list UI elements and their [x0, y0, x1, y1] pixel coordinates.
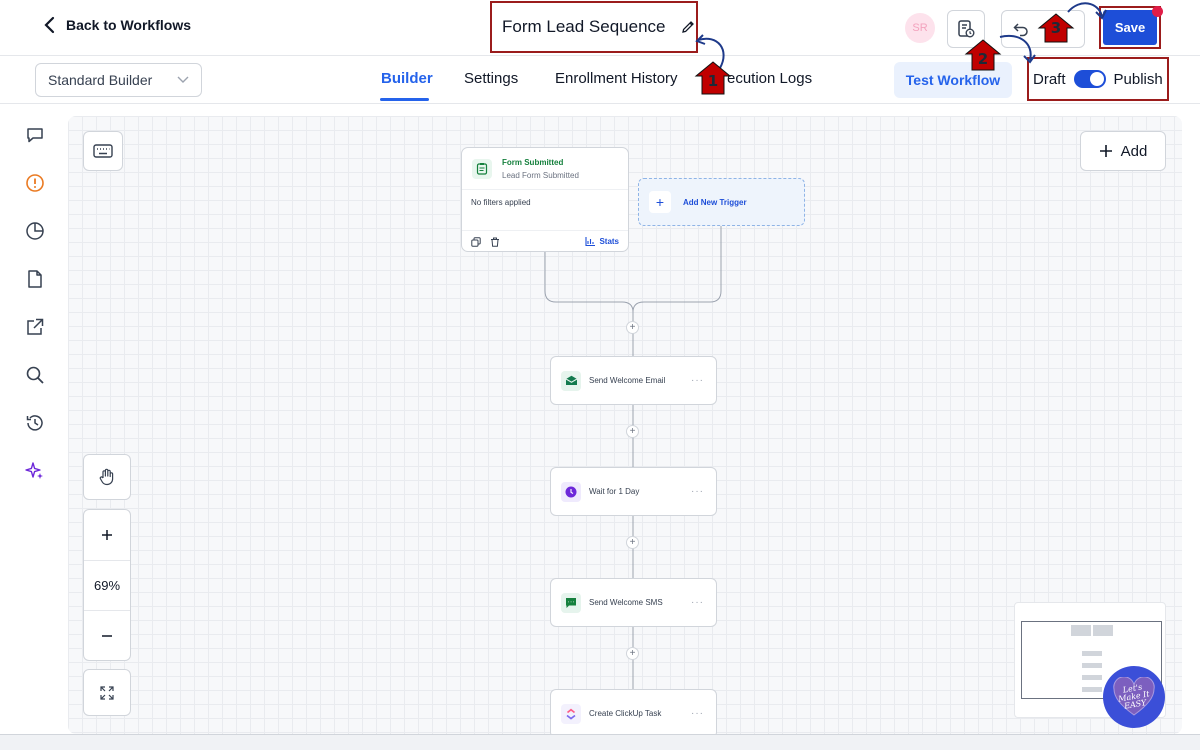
annotation-number: 3: [1050, 19, 1062, 37]
annotation-number: 1: [707, 72, 719, 90]
annotation-overlay: [694, 2, 1107, 95]
annotation-number: 2: [977, 50, 989, 68]
